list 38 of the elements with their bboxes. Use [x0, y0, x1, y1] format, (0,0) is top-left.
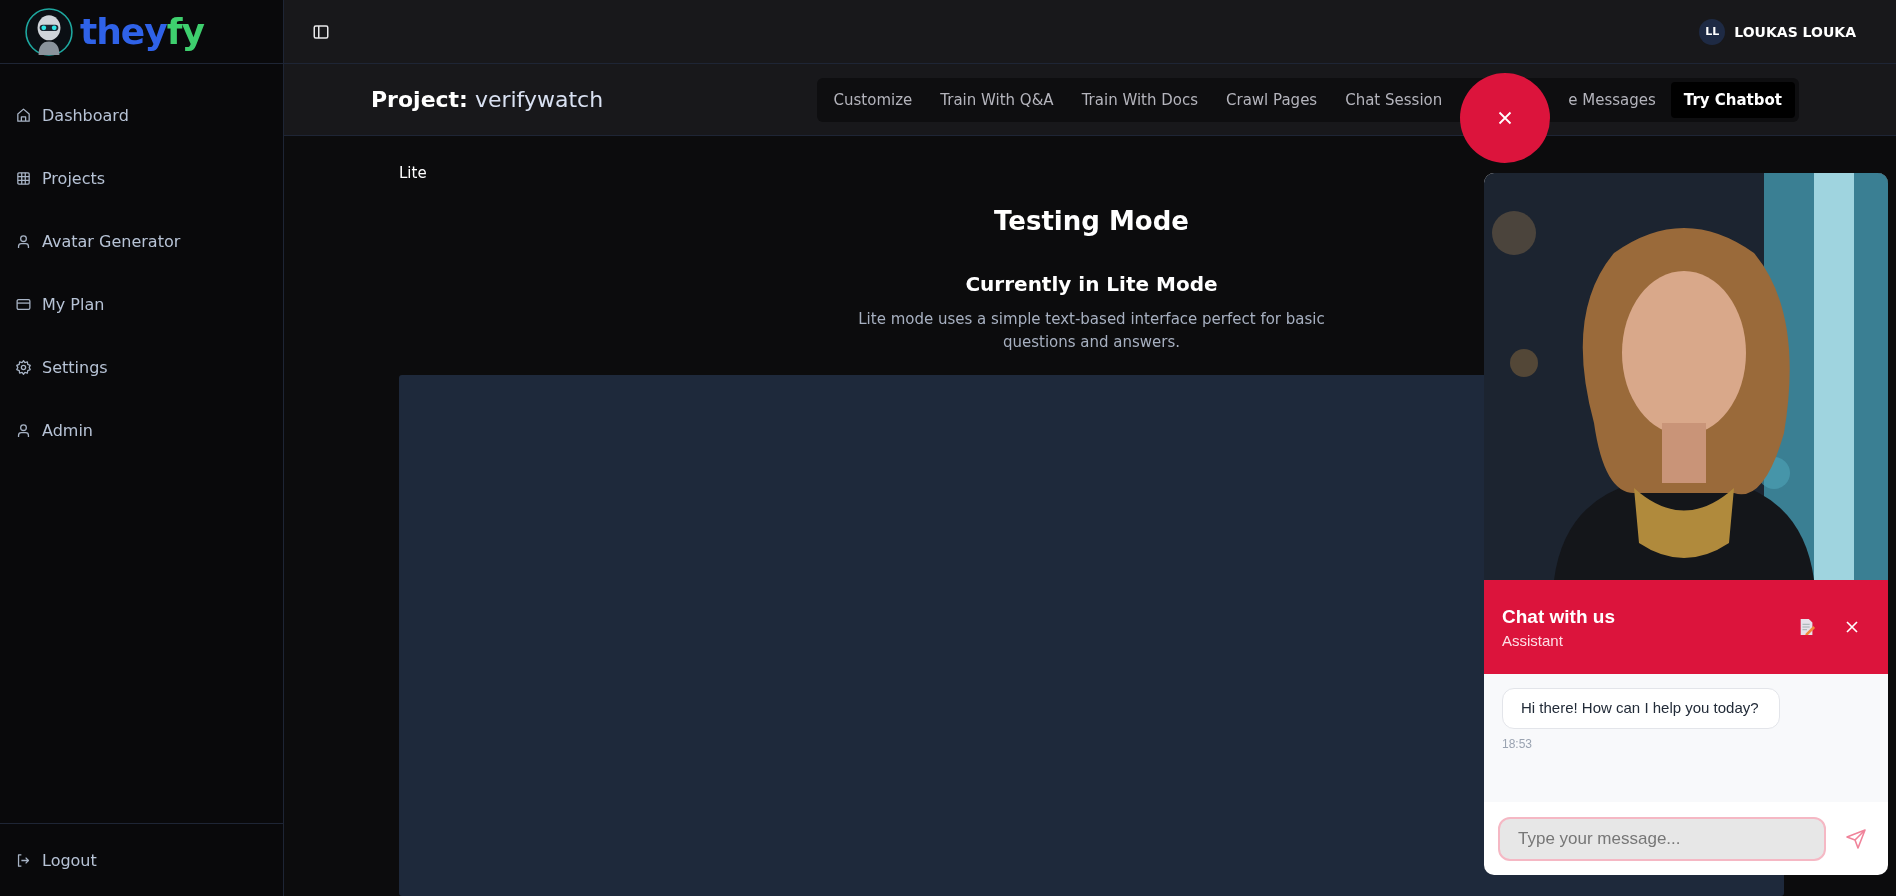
- sidebar-item[interactable]: Dashboard: [0, 84, 283, 147]
- user-name: LOUKAS LOUKA: [1734, 23, 1856, 40]
- sidebar-item[interactable]: Admin: [0, 399, 283, 462]
- message-bubble: Hi there! How can I help you today?: [1502, 688, 1780, 729]
- brand-name[interactable]: theyfy: [80, 11, 204, 52]
- sidebar-item[interactable]: Avatar Generator: [0, 210, 283, 273]
- user-icon: [15, 233, 32, 250]
- tab[interactable]: Train With Docs: [1068, 81, 1211, 118]
- chat-subtitle: Assistant: [1502, 631, 1564, 649]
- message-input[interactable]: Type your message...: [1498, 816, 1826, 861]
- sidebar-icon: [312, 22, 330, 41]
- send-icon: [1844, 826, 1868, 851]
- tab[interactable]: Train With Q&A: [927, 81, 1067, 118]
- document-pencil-icon: [1798, 618, 1816, 636]
- user-icon: [15, 422, 32, 439]
- page-heading: Testing Mode: [994, 206, 1189, 236]
- mode-description: Lite mode uses a simple text-based interface perfect for basic questions and answers.: [857, 309, 1326, 354]
- chat-title: Chat with us: [1502, 605, 1616, 628]
- message-time: 18:53: [1502, 736, 1533, 751]
- settings-icon: [15, 359, 32, 376]
- sidebar-item[interactable]: Projects: [0, 147, 283, 210]
- tab[interactable]: Try Chatbot: [1670, 81, 1795, 118]
- sidebar-item[interactable]: Settings: [0, 336, 283, 399]
- home-icon: [15, 107, 32, 124]
- robot-logo-icon: [24, 6, 74, 57]
- tab[interactable]: Crawl Pages: [1213, 81, 1331, 118]
- tab[interactable]: Chat Session: [1332, 81, 1456, 118]
- user-avatar[interactable]: LL: [1699, 18, 1726, 45]
- tab[interactable]: e Messages: [1555, 81, 1669, 118]
- tab[interactable]: Customize: [820, 81, 926, 118]
- mode-label: Lite: [399, 164, 427, 182]
- mode-heading: Currently in Lite Mode: [965, 272, 1218, 296]
- sidebar-item[interactable]: My Plan: [0, 273, 283, 336]
- logout-icon: [15, 851, 32, 869]
- project-title: Project: verifywatch: [371, 87, 604, 112]
- grid-icon: [15, 170, 32, 187]
- logout-link[interactable]: Logout: [0, 824, 283, 896]
- card-icon: [15, 296, 32, 313]
